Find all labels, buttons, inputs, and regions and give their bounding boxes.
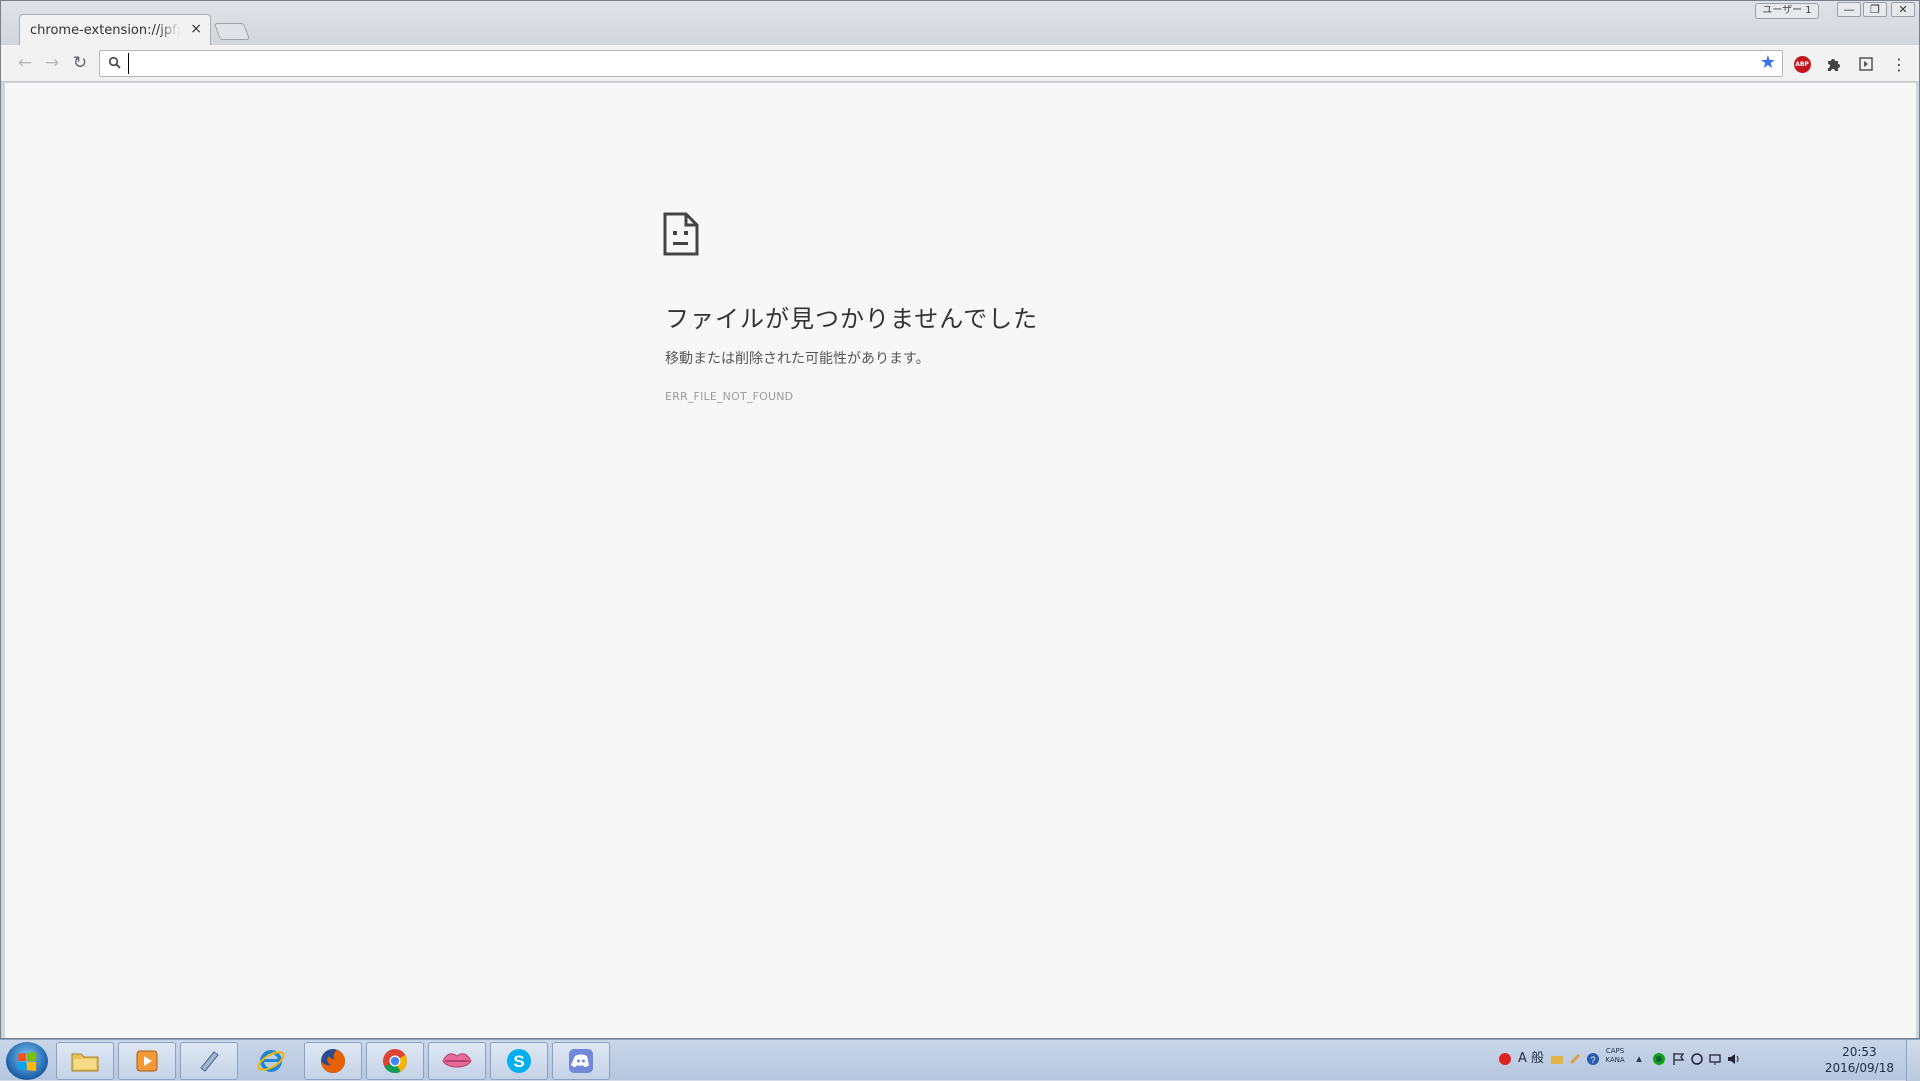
search-icon <box>108 56 121 69</box>
ime-pad-icon[interactable] <box>1568 1052 1582 1066</box>
tab-title: chrome-extension://jpfpebmajhhopeonhlcgi… <box>30 22 180 38</box>
kana-label: KANA <box>1605 1056 1625 1064</box>
bookmark-star-icon[interactable]: ★ <box>1760 53 1776 73</box>
firefox-icon <box>321 1049 345 1073</box>
discord-icon <box>569 1049 593 1073</box>
skype-icon: S <box>507 1049 531 1073</box>
new-tab-button[interactable] <box>213 23 251 40</box>
taskbar-notes[interactable] <box>180 1042 238 1080</box>
show-desktop-button[interactable] <box>1906 1040 1920 1081</box>
notepad-icon <box>200 1051 219 1072</box>
caps-kana-indicator: CAPS KANA <box>1602 1047 1628 1064</box>
close-window-button[interactable]: ✕ <box>1891 2 1915 17</box>
extension-puzzle-button[interactable] <box>1824 54 1844 74</box>
system-tray: A 般 ? CAPS KANA ▴ 20:53 2016/09/18 <box>1490 1040 1920 1081</box>
title-bar: chrome-extension://jpfpebmajhhopeonhlcgi… <box>1 1 1919 45</box>
caps-label: CAPS <box>1605 1047 1625 1055</box>
taskbar: S A 般 ? CAPS KANA ▴ 20:53 2016/09/18 <box>0 1039 1920 1081</box>
address-bar[interactable]: ★ <box>99 50 1783 77</box>
network-monitor-icon[interactable] <box>1708 1052 1722 1066</box>
tab-close-icon[interactable]: × <box>190 21 202 37</box>
folder-icon <box>71 1053 99 1072</box>
error-title: ファイルが見つかりませんでした <box>665 306 1039 333</box>
sad-file-icon <box>663 212 699 256</box>
taskbar-chrome[interactable] <box>366 1042 424 1080</box>
svg-text:S: S <box>513 1052 524 1071</box>
reload-button[interactable]: ↻ <box>70 53 90 73</box>
taskbar-firefox[interactable] <box>304 1042 362 1080</box>
windows-logo-icon <box>18 1052 36 1071</box>
security-tray-icon[interactable] <box>1498 1052 1512 1066</box>
extension-box-icon <box>1859 57 1873 71</box>
adblock-icon: ABP <box>1793 55 1811 73</box>
help-icon[interactable]: ? <box>1586 1052 1600 1066</box>
browser-window: chrome-extension://jpfpebmajhhopeonhlcgi… <box>0 0 1920 1039</box>
tab-active[interactable]: chrome-extension://jpfpebmajhhopeonhlcgi… <box>19 14 211 45</box>
tray-expand-icon[interactable]: ▴ <box>1632 1052 1646 1066</box>
error-description: 移動または削除された可能性があります。 <box>665 351 930 367</box>
svg-text:?: ? <box>1590 1055 1595 1065</box>
volume-icon[interactable] <box>1726 1052 1740 1066</box>
maximize-button[interactable]: ❐ <box>1863 2 1887 17</box>
lips-icon <box>442 1053 472 1068</box>
browser-toolbar: ← → ↻ ★ ABP ⋮ <box>1 45 1919 82</box>
menu-icon[interactable]: ⋮ <box>1889 54 1909 74</box>
action-center-flag-icon[interactable] <box>1672 1052 1686 1066</box>
ime-toolbar-icon[interactable] <box>1550 1052 1564 1066</box>
extension-button[interactable] <box>1856 54 1876 74</box>
puzzle-icon <box>1828 59 1840 71</box>
taskbar-ie[interactable] <box>242 1042 300 1080</box>
taskbar-lips-app[interactable] <box>428 1042 486 1080</box>
adblock-extension-button[interactable]: ABP <box>1792 54 1812 74</box>
minimize-button[interactable]: — <box>1837 2 1861 17</box>
taskbar-explorer[interactable] <box>56 1042 114 1080</box>
taskbar-discord[interactable] <box>552 1042 610 1080</box>
start-button[interactable] <box>6 1042 48 1080</box>
chrome-icon <box>383 1049 408 1074</box>
ie-icon <box>257 1050 285 1072</box>
url-input[interactable] <box>128 53 1728 74</box>
taskbar-skype[interactable]: S <box>490 1042 548 1080</box>
taskbar-media-player[interactable] <box>118 1042 176 1080</box>
error-page: ファイルが見つかりませんでした 移動または削除された可能性があります。 ERR_… <box>5 83 1916 1038</box>
back-button[interactable]: ← <box>15 53 35 73</box>
ime-indicator[interactable]: A 般 <box>1516 1052 1546 1066</box>
sync-tray-icon[interactable] <box>1690 1052 1704 1066</box>
profile-button[interactable]: ユーザー 1 <box>1755 3 1819 19</box>
clock[interactable]: 20:53 2016/09/18 <box>1825 1044 1894 1076</box>
forward-button[interactable]: → <box>42 53 62 73</box>
media-player-icon <box>136 1050 158 1072</box>
clock-time: 20:53 <box>1842 1045 1877 1059</box>
network-status-icon[interactable] <box>1652 1052 1666 1066</box>
clock-date: 2016/09/18 <box>1824 1061 1894 1075</box>
error-code: ERR_FILE_NOT_FOUND <box>665 390 794 403</box>
